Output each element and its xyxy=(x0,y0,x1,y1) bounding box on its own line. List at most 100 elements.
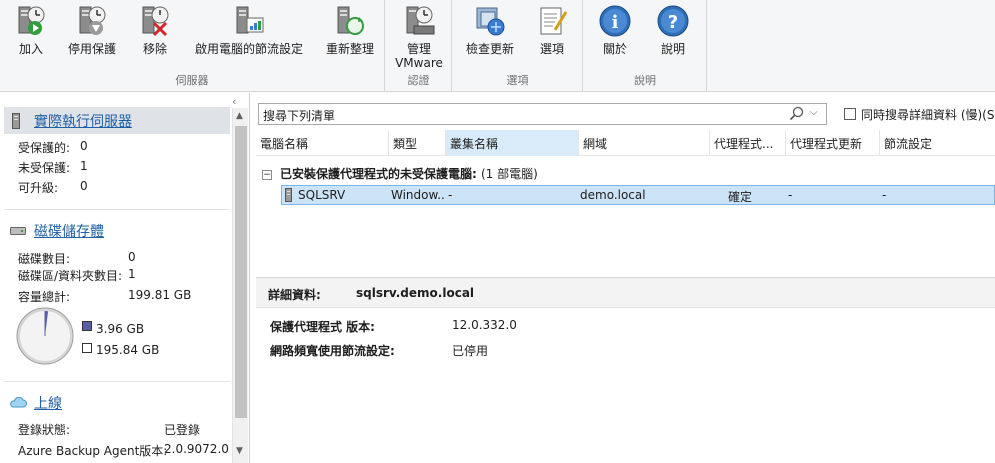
group-count: (1 部電腦) xyxy=(481,167,538,181)
search-input[interactable]: 搜尋下列清單 ⌵ xyxy=(258,103,827,125)
capacity-label: 容量總計: xyxy=(18,290,71,304)
search-details-checkbox[interactable] xyxy=(844,108,856,120)
online-section-header: 上線 xyxy=(4,389,230,416)
upgradable-value: 0 xyxy=(80,179,88,193)
collapse-group-icon[interactable]: − xyxy=(262,170,272,180)
add-server-icon xyxy=(18,6,45,35)
details-computer: sqlsrv.demo.local xyxy=(356,286,475,300)
add-button-label: 加入 xyxy=(18,42,43,56)
remove-button[interactable]: 移除 xyxy=(132,4,178,56)
cell-computer-name: SQLSRV xyxy=(298,188,346,202)
group-label-help: 說明 xyxy=(634,74,656,87)
column-type[interactable]: 類型 xyxy=(389,130,446,156)
column-domain[interactable]: 網域 xyxy=(579,130,710,156)
group-header-text: 已安裝保護代理程式的未受保護電腦: xyxy=(280,167,477,181)
table-row[interactable]: SQLSRV Window... - demo.local 確定 - - xyxy=(281,185,995,205)
column-cluster-name[interactable]: 叢集名稱 xyxy=(446,130,579,156)
volumes-label: 磁碟區/資料夾數目: xyxy=(18,269,123,283)
scrollbar-thumb[interactable] xyxy=(235,126,247,418)
online-link[interactable]: 上線 xyxy=(34,393,62,413)
table-header: 電腦名稱 類型 叢集名稱 網域 代理程式... 代理程式更新 節流設定 xyxy=(256,130,995,156)
servers-section-header: 實際執行伺服器 xyxy=(4,107,230,134)
stop-protection-icon xyxy=(79,6,106,35)
enable-throttling-label: 啟用電腦的節流設定 xyxy=(194,42,303,56)
manage-vmware-label-2: VMware xyxy=(395,56,443,70)
protected-label: 受保護的: xyxy=(18,141,71,155)
throttling-detail-value: 已停用 xyxy=(452,344,489,358)
storage-link[interactable]: 磁碟儲存體 xyxy=(34,221,104,241)
ribbon: 加入 停用保護 移除 啟用電腦的節流設定 重新整理 伺服器 管理 VMware … xyxy=(0,0,995,92)
manage-vmware-button[interactable]: 管理 VMware xyxy=(390,4,448,70)
cell-throttling: - xyxy=(882,188,887,202)
enable-throttling-button[interactable]: 啟用電腦的節流設定 xyxy=(186,4,312,56)
server-icon xyxy=(285,188,292,202)
server-icon xyxy=(12,113,20,129)
agent-version-value: 2.0.9072.0 xyxy=(164,442,229,456)
cell-type: Window... xyxy=(391,188,445,202)
capacity-pie xyxy=(16,307,74,365)
manage-vmware-label-1: 管理 xyxy=(406,42,431,56)
remove-button-label: 移除 xyxy=(142,42,167,56)
cell-domain: demo.local xyxy=(580,188,646,202)
capacity-value: 199.81 GB xyxy=(128,288,192,302)
details-header: 詳細資料: sqlsrv.demo.local xyxy=(256,278,995,308)
check-updates-button[interactable]: 檢查更新 xyxy=(457,4,523,56)
agent-version-detail-label: 保護代理程式 版本: xyxy=(270,320,375,334)
refresh-button[interactable]: 重新整理 xyxy=(320,4,380,56)
cell-cluster: - xyxy=(448,188,453,202)
ribbon-group-server: 加入 停用保護 移除 啟用電腦的節流設定 重新整理 伺服器 xyxy=(0,0,385,92)
agent-version-label: Azure Backup Agent版本: xyxy=(18,444,168,458)
cell-agent-update: - xyxy=(788,188,793,202)
left-panel: ‹ ▲ ▼ 實際執行伺服器 受保護的: 0 未受保護: 1 可升級: 0 磁碟儲… xyxy=(0,93,250,463)
about-button-label: 關於 xyxy=(602,42,627,56)
ribbon-group-help: i 關於 ? 說明 說明 xyxy=(584,0,707,92)
disks-value: 0 xyxy=(128,250,136,264)
help-icon: ? xyxy=(657,5,689,37)
legend-free-swatch xyxy=(82,343,92,353)
collapse-panel-icon[interactable]: ‹ xyxy=(232,95,236,108)
info-icon: i xyxy=(599,5,631,37)
main-panel: 搜尋下列清單 ⌵ 同時搜尋詳細資料 (慢)(S) 電腦名稱 類型 叢集名稱 網域… xyxy=(256,93,995,463)
disable-protection-label: 停用保護 xyxy=(67,42,116,56)
servers-link[interactable]: 實際執行伺服器 xyxy=(34,111,132,131)
options-button[interactable]: 選項 xyxy=(529,4,575,56)
check-updates-icon xyxy=(476,7,505,36)
legend-used-swatch xyxy=(82,321,92,331)
left-scrollbar[interactable]: ▲ ▼ xyxy=(232,108,248,463)
column-agent[interactable]: 代理程式... xyxy=(710,130,786,156)
protected-value: 0 xyxy=(80,139,88,153)
cell-agent: 確定 xyxy=(728,190,753,204)
search-icon[interactable] xyxy=(789,106,805,122)
storage-section-header: 磁碟儲存體 xyxy=(4,217,230,244)
help-button[interactable]: ? 說明 xyxy=(650,4,696,56)
add-button[interactable]: 加入 xyxy=(8,4,54,56)
remove-server-icon xyxy=(142,6,169,37)
disks-label: 磁碟數目: xyxy=(18,252,71,266)
group-header[interactable]: − 已安裝保護代理程式的未受保護電腦: (1 部電腦) xyxy=(262,165,538,182)
group-label-credentials: 認證 xyxy=(407,74,430,87)
volumes-value: 1 xyxy=(128,267,136,281)
group-label-options: 選項 xyxy=(506,74,529,87)
disable-protection-button[interactable]: 停用保護 xyxy=(60,4,124,56)
options-button-label: 選項 xyxy=(539,42,564,56)
legend-free-value: 195.84 GB xyxy=(96,343,160,357)
registration-label: 登錄狀態: xyxy=(18,423,71,437)
agent-version-detail-value: 12.0.332.0 xyxy=(452,318,517,332)
refresh-button-label: 重新整理 xyxy=(325,42,374,56)
options-icon xyxy=(540,7,568,35)
column-agent-update[interactable]: 代理程式更新 xyxy=(786,130,880,156)
column-throttling[interactable]: 節流設定 xyxy=(880,130,995,156)
registration-value: 已登錄 xyxy=(164,423,201,437)
about-button[interactable]: i 關於 xyxy=(592,4,638,56)
check-updates-label: 檢查更新 xyxy=(465,42,514,56)
chevron-down-icon[interactable]: ⌵ xyxy=(810,107,818,118)
column-computer-name[interactable]: 電腦名稱 xyxy=(256,130,389,156)
group-label-server: 伺服器 xyxy=(175,74,209,87)
legend-used-value: 3.96 GB xyxy=(96,322,145,336)
divider xyxy=(4,381,230,382)
throttling-detail-label: 網路頻寬使用節流設定: xyxy=(270,344,395,358)
vmware-icon xyxy=(406,6,435,35)
scroll-up-icon[interactable]: ▲ xyxy=(236,111,243,121)
scroll-down-icon[interactable]: ▼ xyxy=(236,446,243,456)
svg-text:i: i xyxy=(612,12,619,33)
